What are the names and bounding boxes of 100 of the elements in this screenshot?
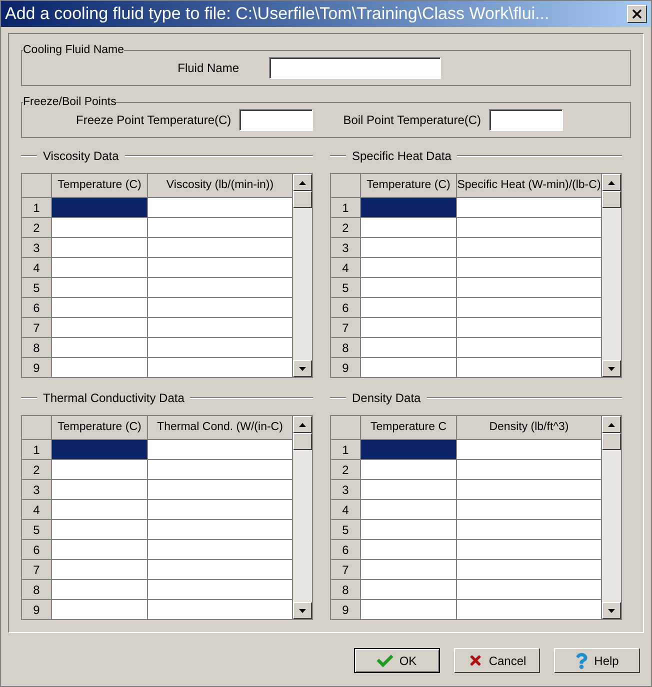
table-cell[interactable] [52,278,148,298]
column-header[interactable]: Specific Heat (W-min)/(lb-C) [457,174,602,198]
table-cell[interactable] [361,520,457,540]
table-cell[interactable] [457,298,602,318]
table-cell[interactable] [457,258,602,278]
table-cell[interactable] [457,520,602,540]
table-cell[interactable] [148,480,293,500]
table-cell[interactable] [52,560,148,580]
table-cell[interactable] [148,218,293,238]
table-cell[interactable] [457,480,602,500]
column-header[interactable]: Density (lb/ft^3) [457,416,602,440]
scrollbar[interactable] [293,174,312,377]
data-grid[interactable]: Temperature (C) Specific Heat (W-min)/(lb-C) 1 2 3 4 5 6 7 8 9 [330,173,622,378]
table-cell[interactable] [457,358,602,378]
table-cell[interactable] [457,500,602,520]
table-cell[interactable] [361,298,457,318]
close-button[interactable] [627,5,647,23]
table-cell[interactable] [148,278,293,298]
table-cell[interactable] [457,440,602,460]
table-cell[interactable] [148,298,293,318]
table-cell[interactable] [148,318,293,338]
ok-button[interactable]: OK [354,648,440,673]
data-grid[interactable]: Temperature (C) Viscosity (lb/(min-in)) 1 2 3 4 5 6 7 8 9 [21,173,313,378]
table-cell[interactable] [457,278,602,298]
table-cell[interactable] [148,540,293,560]
table-cell[interactable] [148,500,293,520]
table-cell[interactable] [361,238,457,258]
column-header[interactable]: Temperature C [361,416,457,440]
table-cell[interactable] [52,480,148,500]
table-cell[interactable] [148,460,293,480]
table-cell[interactable] [148,560,293,580]
table-cell[interactable] [361,198,457,218]
table-cell[interactable] [457,600,602,620]
table-cell[interactable] [361,460,457,480]
column-header[interactable]: Viscosity (lb/(min-in)) [148,174,293,198]
table-cell[interactable] [52,258,148,278]
input-field[interactable] [239,109,314,132]
scroll-thumb[interactable] [293,433,312,450]
table-cell[interactable] [361,218,457,238]
table-cell[interactable] [361,560,457,580]
table-cell[interactable] [361,600,457,620]
scroll-thumb[interactable] [602,191,621,208]
scroll-thumb[interactable] [602,433,621,450]
column-header[interactable]: Temperature (C) [52,174,148,198]
table-cell[interactable] [148,338,293,358]
table-cell[interactable] [52,358,148,378]
table-cell[interactable] [361,338,457,358]
table-cell[interactable] [457,198,602,218]
input-field[interactable] [489,109,564,132]
table-cell[interactable] [52,218,148,238]
table-cell[interactable] [148,580,293,600]
table-cell[interactable] [148,520,293,540]
help-button[interactable]: Help [554,648,640,673]
data-grid[interactable]: Temperature (C) Thermal Cond. (W/(in-C) 1 2 3 4 5 6 7 8 9 [21,415,313,620]
table-cell[interactable] [52,540,148,560]
table-cell[interactable] [52,440,148,460]
table-cell[interactable] [361,540,457,560]
table-cell[interactable] [148,238,293,258]
table-cell[interactable] [361,258,457,278]
table-cell[interactable] [148,198,293,218]
table-cell[interactable] [457,460,602,480]
scrollbar[interactable] [293,416,312,619]
data-grid[interactable]: Temperature C Density (lb/ft^3) 1 2 3 4 5 6 7 8 9 [330,415,622,620]
table-cell[interactable] [457,540,602,560]
table-cell[interactable] [457,218,602,238]
table-cell[interactable] [52,198,148,218]
cancel-button[interactable]: Cancel [454,648,540,673]
table-cell[interactable] [52,600,148,620]
table-cell[interactable] [361,358,457,378]
table-cell[interactable] [361,480,457,500]
table-cell[interactable] [361,440,457,460]
table-cell[interactable] [52,238,148,258]
row-header: 3 [22,480,52,500]
scrollbar[interactable] [602,174,621,377]
column-header[interactable]: Temperature (C) [361,174,457,198]
table-cell[interactable] [361,318,457,338]
table-cell[interactable] [52,500,148,520]
column-header[interactable]: Thermal Cond. (W/(in-C) [148,416,293,440]
table-cell[interactable] [457,238,602,258]
table-cell[interactable] [52,520,148,540]
table-cell[interactable] [148,258,293,278]
table-cell[interactable] [457,318,602,338]
table-cell[interactable] [52,298,148,318]
table-cell[interactable] [361,278,457,298]
table-cell[interactable] [148,600,293,620]
table-cell[interactable] [148,440,293,460]
scroll-thumb[interactable] [293,191,312,208]
table-cell[interactable] [52,318,148,338]
table-cell[interactable] [457,560,602,580]
table-cell[interactable] [52,338,148,358]
column-header[interactable]: Temperature (C) [52,416,148,440]
table-cell[interactable] [457,580,602,600]
table-cell[interactable] [361,580,457,600]
table-cell[interactable] [148,358,293,378]
input-field[interactable] [269,57,441,80]
scrollbar[interactable] [602,416,621,619]
table-cell[interactable] [52,580,148,600]
table-cell[interactable] [361,500,457,520]
table-cell[interactable] [457,338,602,358]
table-cell[interactable] [52,460,148,480]
